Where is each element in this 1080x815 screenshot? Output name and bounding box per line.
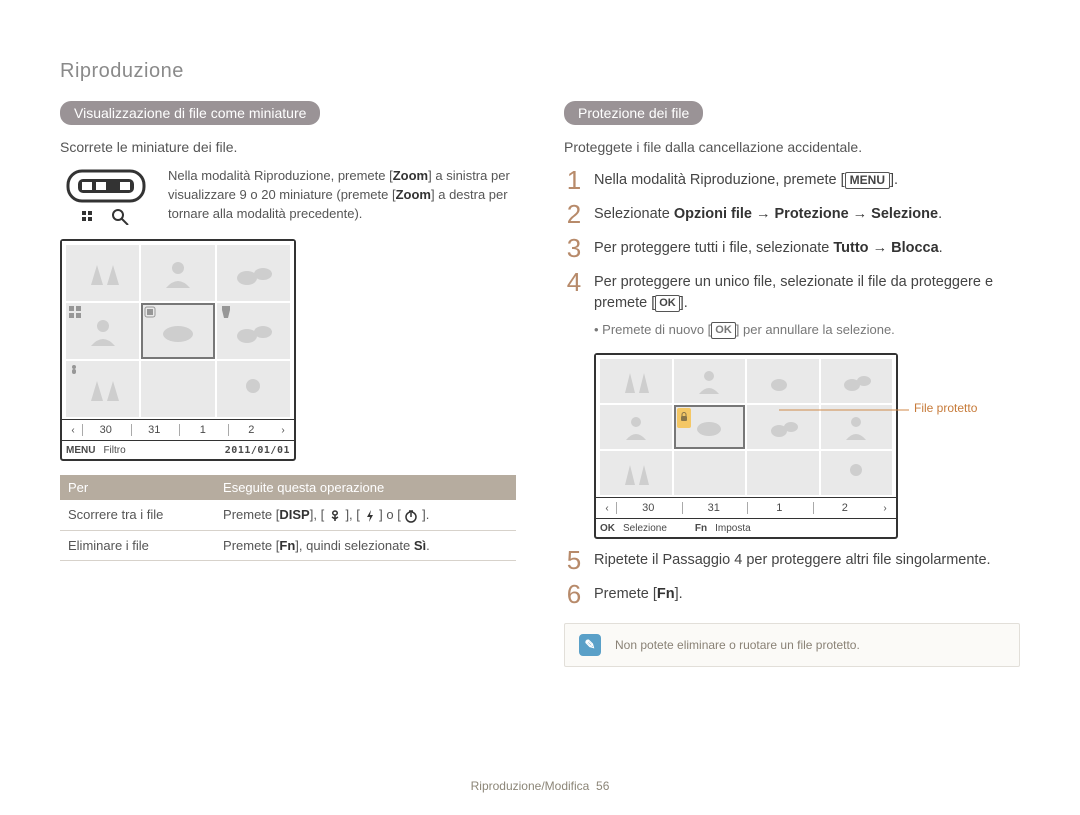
zoom-hint-text: Nella modalità Riproduzione, premete [Zo… — [168, 167, 516, 224]
step-4: Per proteggere un unico file, selezionat… — [594, 269, 1020, 314]
step-6: Premete [Fn]. — [594, 581, 683, 607]
menu-key: MENU — [845, 172, 890, 189]
page-footer: Riproduzione/Modifica 56 — [0, 779, 1080, 793]
breadcrumb: Riproduzione — [60, 60, 1020, 83]
callout-file-protected: File protetto — [914, 401, 977, 415]
macro-icon — [328, 509, 342, 523]
date-strip: ‹ 30 31 1 2 › — [62, 419, 294, 440]
step-3: Per proteggere tutti i file, selezionate… — [594, 235, 943, 261]
filter-strip: MENU Filtro 2011/01/01 — [62, 440, 294, 459]
operations-table: PerEseguite questa operazione Scorrere t… — [60, 475, 516, 561]
lead-thumbnails: Scorrete le miniature dei file. — [60, 139, 516, 155]
lock-icon — [677, 408, 691, 428]
timer-icon — [404, 509, 418, 523]
pill-thumbnails: Visualizzazione di file come miniature — [60, 101, 320, 125]
flash-icon — [364, 509, 376, 523]
zoom-lever-icon — [60, 167, 152, 225]
thumbnail-preview-left: ‹ 30 31 1 2 › MENU Filtro 2011/01/01 — [60, 239, 296, 461]
th-op: Eseguite questa operazione — [215, 475, 516, 500]
col-right: Protezione dei file Proteggete i file da… — [564, 101, 1020, 667]
step-5: Ripetete il Passaggio 4 per proteggere a… — [594, 547, 991, 573]
ok-key: OK — [655, 295, 680, 312]
th-per: Per — [60, 475, 215, 500]
step-2: Selezionate Opzioni file → Protezione → … — [594, 201, 942, 227]
step-1: Nella modalità Riproduzione, premete [ME… — [594, 167, 898, 193]
thumbnail-preview-right: ‹ 30 31 1 2 › OKSelezione FnImposta — [594, 353, 898, 539]
pill-protect: Protezione dei file — [564, 101, 703, 125]
col-left: Visualizzazione di file come miniature S… — [60, 101, 516, 667]
step-4-sub: • Premete di nuovo [OK] per annullare la… — [594, 322, 1020, 339]
lead-protect: Proteggete i file dalla cancellazione ac… — [564, 139, 1020, 155]
tip-note: ✎ Non potete eliminare o ruotare un file… — [564, 623, 1020, 667]
info-icon: ✎ — [579, 634, 601, 656]
